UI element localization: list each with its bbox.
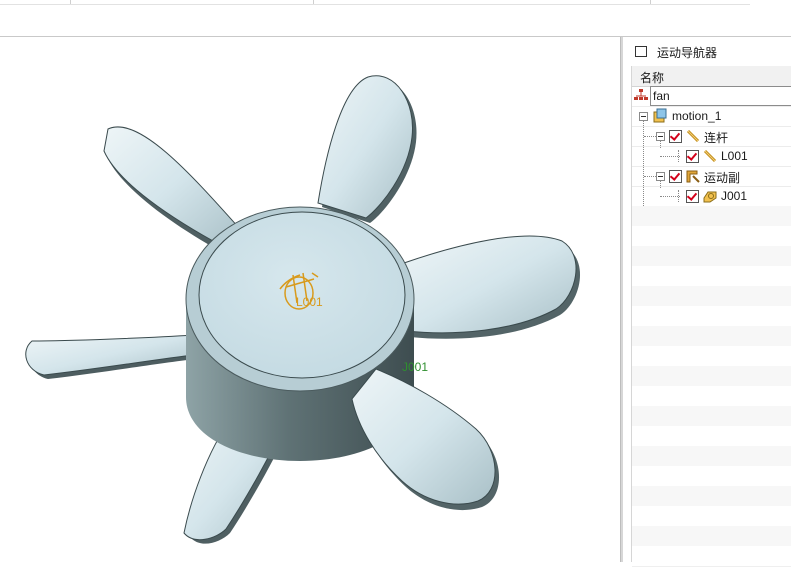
tree-label-j001: J001: [721, 189, 748, 203]
tree-row-motion-1[interactable]: motion_1: [632, 106, 791, 127]
blade-left: [25, 334, 196, 379]
tree-row-joints[interactable]: 运动副: [632, 166, 791, 187]
joint-group-icon: [686, 170, 700, 183]
tree-row-links[interactable]: 连杆: [632, 126, 791, 147]
visibility-checkbox[interactable]: [669, 130, 682, 143]
visibility-checkbox[interactable]: [669, 170, 682, 183]
tree-row-j001[interactable]: J001: [632, 186, 791, 207]
navigator-title: 运动导航器: [657, 46, 718, 60]
assembly-tree-icon: [634, 89, 648, 100]
blade-bottom-right: [351, 368, 500, 511]
visibility-checkbox[interactable]: [686, 150, 699, 163]
motion-navigator-panel: 运动导航器 名称 fan motion_1 连杆 L001 运动副 J001: [623, 37, 791, 567]
blade-top: [317, 75, 417, 223]
link-group-icon: [686, 129, 700, 143]
tree-label-joints: 运动副: [704, 171, 741, 185]
toolbar-strip: [0, 0, 750, 5]
blade-right: [403, 235, 581, 339]
tree-label-fan: fan: [653, 89, 670, 103]
visibility-checkbox[interactable]: [686, 190, 699, 203]
tree-label-links: 连杆: [704, 131, 729, 145]
navigator-tree: 名称 fan motion_1 连杆 L001 运动副 J001: [631, 66, 791, 567]
motion-sim-icon: [653, 108, 667, 123]
tree-row-fan[interactable]: fan: [632, 86, 791, 107]
tree-label-l001: L001: [721, 149, 748, 163]
revolute-joint-icon: [703, 191, 717, 203]
tree-label-motion-1: motion_1: [672, 109, 722, 123]
top-toolbar: [0, 0, 791, 37]
joint-label: J001: [402, 360, 429, 374]
column-header-name[interactable]: 名称: [632, 66, 791, 87]
window-icon[interactable]: [635, 46, 647, 57]
link-label: L001: [296, 295, 323, 309]
graphics-viewport[interactable]: L001 J001: [0, 37, 620, 562]
navigator-header: 运动导航器: [623, 37, 791, 65]
link-icon: [703, 149, 717, 163]
tree-row-l001[interactable]: L001: [632, 146, 791, 167]
blade-upper-left: [103, 126, 241, 251]
fan-name-field[interactable]: fan: [650, 86, 791, 106]
